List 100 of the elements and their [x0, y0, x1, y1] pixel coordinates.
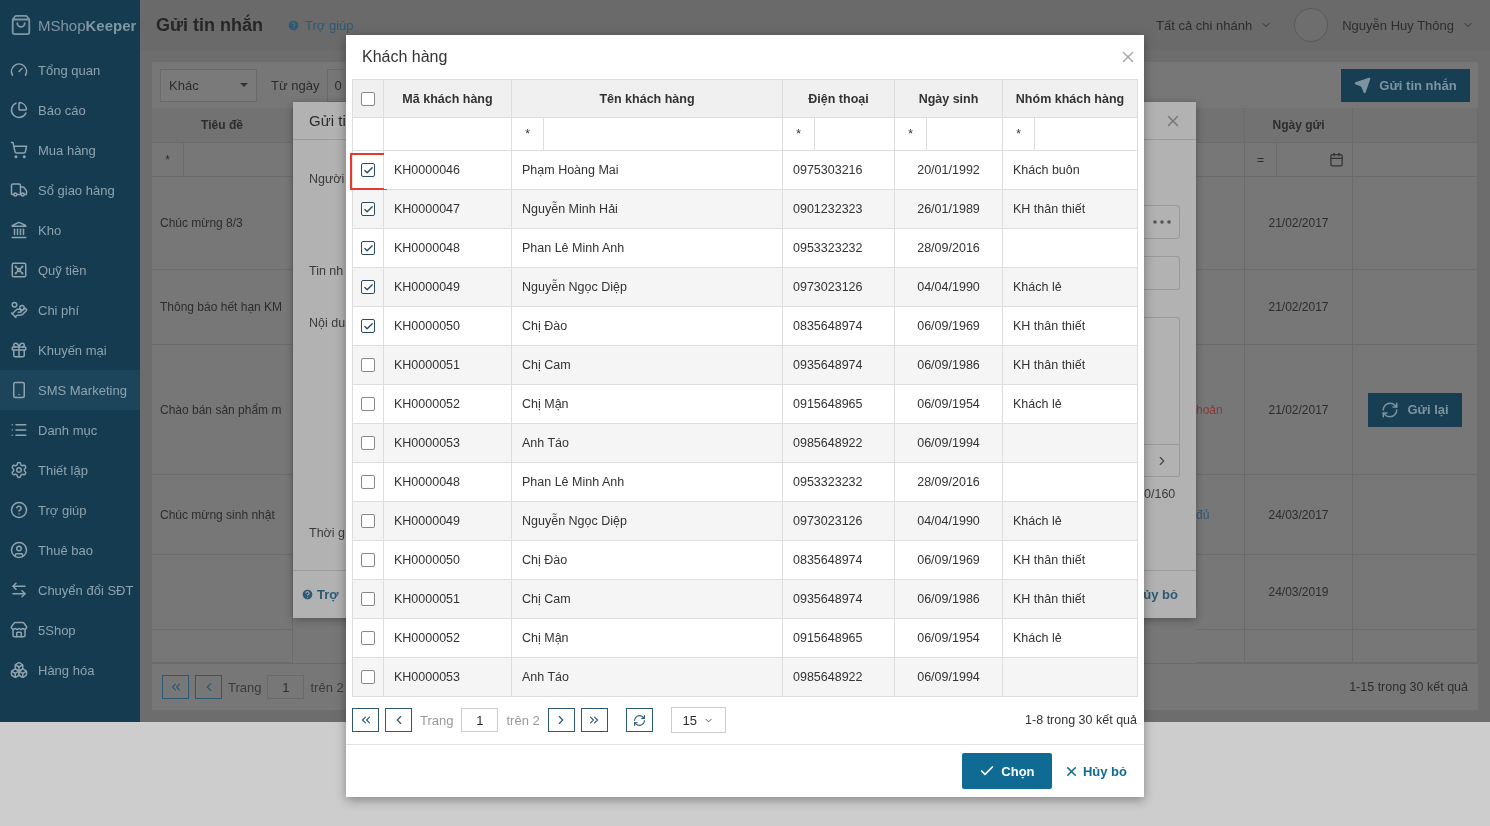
checkbox[interactable]: [361, 202, 375, 217]
gift-icon: [10, 341, 28, 359]
checkbox[interactable]: [361, 592, 375, 607]
checkbox[interactable]: [361, 358, 375, 373]
field-label: Từ ngày: [271, 77, 320, 93]
customer-code: KH0000053: [394, 436, 461, 450]
sidebar-item[interactable]: Mua hàng: [0, 130, 140, 170]
sidebar-item[interactable]: Tổng quan: [0, 50, 140, 90]
birth-date: 20/01/1992: [917, 163, 980, 177]
checkbox[interactable]: [361, 670, 375, 685]
sidebar-item[interactable]: SMS Marketing: [0, 370, 140, 410]
birth-date: 04/04/1990: [917, 514, 980, 528]
type-select[interactable]: Khác: [160, 68, 257, 102]
page-input[interactable]: 1: [267, 675, 305, 699]
filter-operator[interactable]: *: [512, 118, 544, 150]
filter-operator[interactable]: =: [1245, 143, 1277, 176]
column-header[interactable]: Nhóm khách hàng: [1002, 79, 1138, 118]
sidebar-item[interactable]: Quỹ tiền: [0, 250, 140, 290]
checkbox[interactable]: [361, 163, 375, 178]
sidebar-item[interactable]: Chi phí: [0, 290, 140, 330]
choose-button[interactable]: Chọn: [961, 753, 1052, 789]
send-message-button[interactable]: Gửi tin nhắn: [1341, 68, 1470, 102]
sidebar-item[interactable]: Hàng hóa: [0, 650, 140, 690]
message-title: Chúc mừng sinh nhật: [160, 507, 275, 522]
sidebar-item[interactable]: Thuê bao: [0, 530, 140, 570]
page-count: trên 2: [310, 679, 344, 695]
send-icon: [1354, 76, 1372, 94]
bank-icon: [10, 221, 28, 239]
checkbox[interactable]: [361, 319, 375, 334]
checkbox[interactable]: [361, 91, 375, 106]
next-page-button[interactable]: [547, 708, 575, 732]
sidebar-item[interactable]: Khuyến mại: [0, 330, 140, 370]
column-header: Ngày gửi: [1245, 108, 1353, 143]
checkbox[interactable]: [361, 397, 375, 412]
checkbox[interactable]: [361, 280, 375, 295]
checkbox[interactable]: [361, 631, 375, 646]
column-header: Tiêu đề: [152, 108, 293, 143]
cancel-button[interactable]: Hủy bỏ: [1063, 763, 1127, 779]
list-icon: [10, 421, 28, 439]
filter-operator[interactable]: *: [152, 143, 184, 176]
sidebar-item[interactable]: Thiết lập: [0, 450, 140, 490]
phone-number: 0835648974: [793, 319, 863, 333]
customer-code: KH0000052: [394, 631, 461, 645]
customer-name: Chị Cam: [522, 358, 571, 372]
help-icon: [10, 501, 28, 519]
safe-icon: [10, 261, 28, 279]
checkbox[interactable]: [361, 553, 375, 568]
birth-date: 28/09/2016: [917, 475, 980, 489]
swap-icon: [10, 581, 28, 599]
column-header[interactable]: Tên khách hàng: [511, 79, 783, 118]
sidebar-item[interactable]: 5Shop: [0, 610, 140, 650]
pie-chart-icon: [10, 101, 28, 119]
customer-code: KH0000047: [394, 202, 461, 216]
date-filter-cell[interactable]: =: [1245, 143, 1353, 177]
refresh-button[interactable]: [625, 708, 653, 732]
checkbox[interactable]: [361, 514, 375, 529]
column-header[interactable]: Ngày sinh: [894, 79, 1003, 118]
first-page-button[interactable]: [352, 708, 379, 732]
user-menu[interactable]: Nguyễn Huy Thông: [1342, 17, 1454, 33]
customer-group: KH thân thiết: [1013, 202, 1086, 216]
gauge-icon: [10, 61, 28, 79]
customer-group: KH thân thiết: [1013, 358, 1086, 372]
date-field[interactable]: 0: [327, 68, 344, 102]
store-icon: [10, 621, 28, 639]
checkbox[interactable]: [361, 241, 375, 256]
page-input[interactable]: 1: [461, 708, 499, 732]
column-header[interactable]: Điện thoại: [782, 79, 895, 118]
customer-code: KH0000048: [394, 241, 461, 255]
more-icon: [1152, 220, 1171, 224]
send-date: 21/02/2017: [1268, 216, 1329, 230]
checkbox[interactable]: [361, 436, 375, 451]
send-date: 24/03/2019: [1268, 585, 1329, 599]
last-page-button[interactable]: [580, 708, 608, 732]
field-label: Nội du: [309, 316, 346, 330]
customer-name: Anh Táo: [522, 670, 570, 684]
previous-page-button[interactable]: [385, 708, 412, 732]
birth-date: 06/09/1954: [917, 631, 980, 645]
branch-selector[interactable]: Tất cả chi nhánh: [1156, 17, 1253, 33]
customer-name: Chị Đào: [522, 553, 568, 567]
logo-icon: [10, 14, 32, 36]
sidebar-item[interactable]: Trợ giúp: [0, 490, 140, 530]
resend-button[interactable]: Gửi lại: [1368, 392, 1462, 427]
column-header[interactable]: Mã khách hàng: [383, 79, 512, 118]
sidebar-item[interactable]: Chuyển đổi SĐT: [0, 570, 140, 610]
customer-code: KH0000048: [394, 475, 461, 489]
page-title: Gửi tin nhắn: [156, 14, 264, 36]
customer-name: Phan Lê Minh Anh: [522, 241, 625, 255]
refresh-icon: [1381, 400, 1400, 419]
sidebar-item[interactable]: Báo cáo: [0, 90, 140, 130]
cancel-link[interactable]: ủy bỏ: [1143, 587, 1178, 602]
sidebar-item[interactable]: Danh mục: [0, 410, 140, 450]
customer-name: Chị Mận: [522, 397, 569, 411]
customer-name: Nguyễn Ngọc Diệp: [522, 280, 627, 294]
sidebar-item[interactable]: Sổ giao hàng: [0, 170, 140, 210]
money-bag-icon: [10, 301, 28, 319]
customer-group: KH thân thiết: [1013, 319, 1086, 333]
page-size-select[interactable]: 15: [670, 707, 726, 733]
sidebar-item[interactable]: Kho: [0, 210, 140, 250]
help-link[interactable]: Trợ: [301, 587, 339, 602]
checkbox[interactable]: [361, 475, 375, 490]
